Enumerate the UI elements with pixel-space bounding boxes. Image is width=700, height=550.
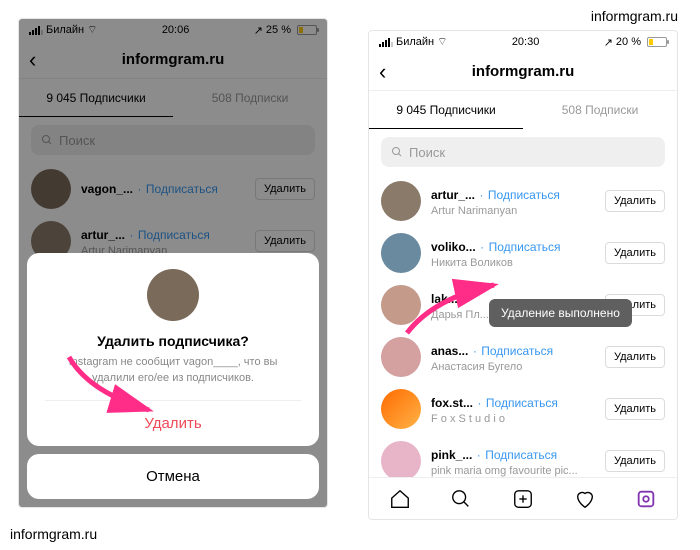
follow-link[interactable]: Подписаться	[489, 240, 561, 254]
remove-button[interactable]: Удалить	[605, 242, 665, 264]
username[interactable]: artur_...	[431, 188, 475, 202]
list-item: fox.st... · ПодписатьсяF o x S t u d i o…	[381, 383, 665, 435]
remove-button[interactable]: Удалить	[605, 190, 665, 212]
action-sheet: Удалить подписчика? Instagram не сообщит…	[27, 253, 319, 499]
list-item: anas... · ПодписатьсяАнастасия БугелоУда…	[381, 331, 665, 383]
avatar[interactable]	[381, 337, 421, 377]
wifi-icon: ⌔	[437, 35, 447, 49]
nav-home[interactable]	[369, 478, 431, 519]
nav-profile[interactable]	[615, 478, 677, 519]
username[interactable]: lak...	[431, 292, 458, 306]
follow-link[interactable]: Подписаться	[488, 188, 560, 202]
username[interactable]: voliko...	[431, 240, 476, 254]
phone-right: Билайн ⌔ 20:30 ↗20 % ‹ informgram.ru 9 0…	[368, 30, 678, 520]
tabs: 9 045 Подписчики 508 Подписки	[369, 91, 677, 129]
watermark-top: informgram.ru	[591, 8, 678, 24]
list-item: voliko... · ПодписатьсяНикита ВоликовУда…	[381, 227, 665, 279]
status-bar: Билайн ⌔ 20:30 ↗20 %	[369, 31, 677, 53]
avatar[interactable]	[381, 389, 421, 429]
remove-button[interactable]: Удалить	[605, 346, 665, 368]
remove-button[interactable]: Удалить	[605, 398, 665, 420]
phone-left: Билайн ⌔ 20:06 ↗25 % ‹ informgram.ru 9 0…	[18, 18, 328, 508]
tab-following[interactable]: 508 Подписки	[523, 91, 677, 129]
follow-link[interactable]: Подписаться	[485, 448, 557, 462]
header: ‹ informgram.ru	[369, 53, 677, 91]
follow-link[interactable]: Подписаться	[486, 396, 558, 410]
fullname: Artur Narimanyan	[431, 205, 595, 217]
sheet-message: Instagram не сообщит vagon____, что вы у…	[45, 355, 301, 400]
follower-list: artur_... · ПодписатьсяArtur NarimanyanУ…	[369, 175, 677, 520]
cancel-button[interactable]: Отмена	[27, 454, 319, 499]
username[interactable]: fox.st...	[431, 396, 473, 410]
bottom-nav	[369, 477, 677, 519]
sheet-avatar	[147, 269, 199, 321]
username[interactable]: anas...	[431, 344, 468, 358]
tab-followers[interactable]: 9 045 Подписчики	[369, 91, 523, 129]
fullname: Анастасия Бугело	[431, 361, 595, 373]
confirm-delete-button[interactable]: Удалить	[45, 400, 301, 446]
follow-link[interactable]: Подписаться	[481, 344, 553, 358]
signal-icon	[379, 38, 393, 47]
avatar[interactable]	[381, 441, 421, 481]
avatar[interactable]	[381, 233, 421, 273]
nav-add[interactable]	[492, 478, 554, 519]
fullname: Никита Воликов	[431, 257, 595, 269]
sheet-title: Удалить подписчика?	[45, 333, 301, 349]
page-title: informgram.ru	[472, 63, 575, 80]
fullname: pink maria omg favourite pic...	[431, 465, 595, 477]
avatar[interactable]	[381, 181, 421, 221]
remove-button[interactable]: Удалить	[605, 450, 665, 472]
username[interactable]: pink_...	[431, 448, 472, 462]
share-icon: ↗	[604, 36, 613, 49]
battery-icon	[647, 37, 667, 47]
back-icon[interactable]: ‹	[379, 59, 386, 85]
search-icon	[391, 146, 403, 158]
fullname: F o x S t u d i o	[431, 413, 595, 425]
toast: Удаление выполнено	[489, 299, 632, 327]
search-input[interactable]: Поиск	[381, 137, 665, 167]
watermark-bottom: informgram.ru	[10, 526, 97, 542]
nav-search[interactable]	[431, 478, 493, 519]
status-time: 20:30	[512, 36, 540, 48]
nav-activity[interactable]	[554, 478, 616, 519]
avatar[interactable]	[381, 285, 421, 325]
list-item: artur_... · ПодписатьсяArtur NarimanyanУ…	[381, 175, 665, 227]
